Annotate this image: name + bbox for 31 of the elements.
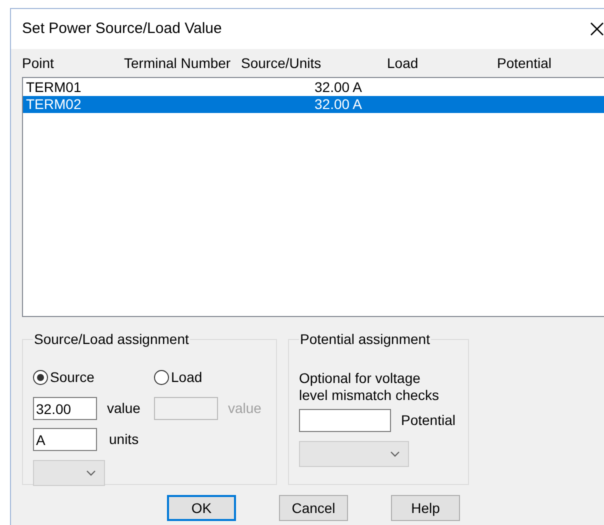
dialog-button[interactable]: OK [167, 495, 236, 521]
radio-label: Source [50, 368, 94, 386]
input-field[interactable] [299, 409, 391, 432]
radio-label: Load [171, 368, 202, 386]
field-label: Potential [401, 411, 456, 430]
column-header[interactable]: Point [22, 52, 124, 74]
table-cell-text: 32.00 A [314, 96, 362, 113]
list-row[interactable]: TERM02 32.00 A [23, 96, 604, 113]
dialog-button[interactable]: Help [391, 495, 460, 521]
note-text: Optional for voltage level mismatch checks [299, 370, 440, 404]
table-cell-text: 32.00 A [314, 79, 362, 96]
table-cell-text: TERM02 [26, 96, 82, 113]
field-label: units [109, 430, 139, 449]
window-title: Set Power Source/Load Value [22, 18, 223, 39]
field-label: value [107, 399, 142, 418]
radio-button[interactable] [33, 370, 48, 384]
chevron-icon [86, 470, 96, 476]
group-title: Source/Load assignment [33, 330, 190, 349]
column-header[interactable]: Source/Units [241, 52, 387, 74]
column-header[interactable]: Terminal Number [124, 52, 241, 74]
column-header[interactable]: Load [387, 52, 497, 74]
chevron-icon [390, 451, 400, 457]
field-label: value [228, 399, 262, 418]
input-field[interactable]: 32.00 [33, 397, 97, 420]
dialog-button[interactable]: Cancel [279, 495, 348, 521]
column-header[interactable]: Potential [497, 52, 597, 74]
table-cell-text: TERM01 [26, 79, 82, 96]
radio-button[interactable] [154, 370, 169, 384]
close-icon[interactable] [590, 22, 604, 36]
group-title: Potential assignment [299, 330, 431, 349]
input-field[interactable]: A [33, 428, 97, 451]
